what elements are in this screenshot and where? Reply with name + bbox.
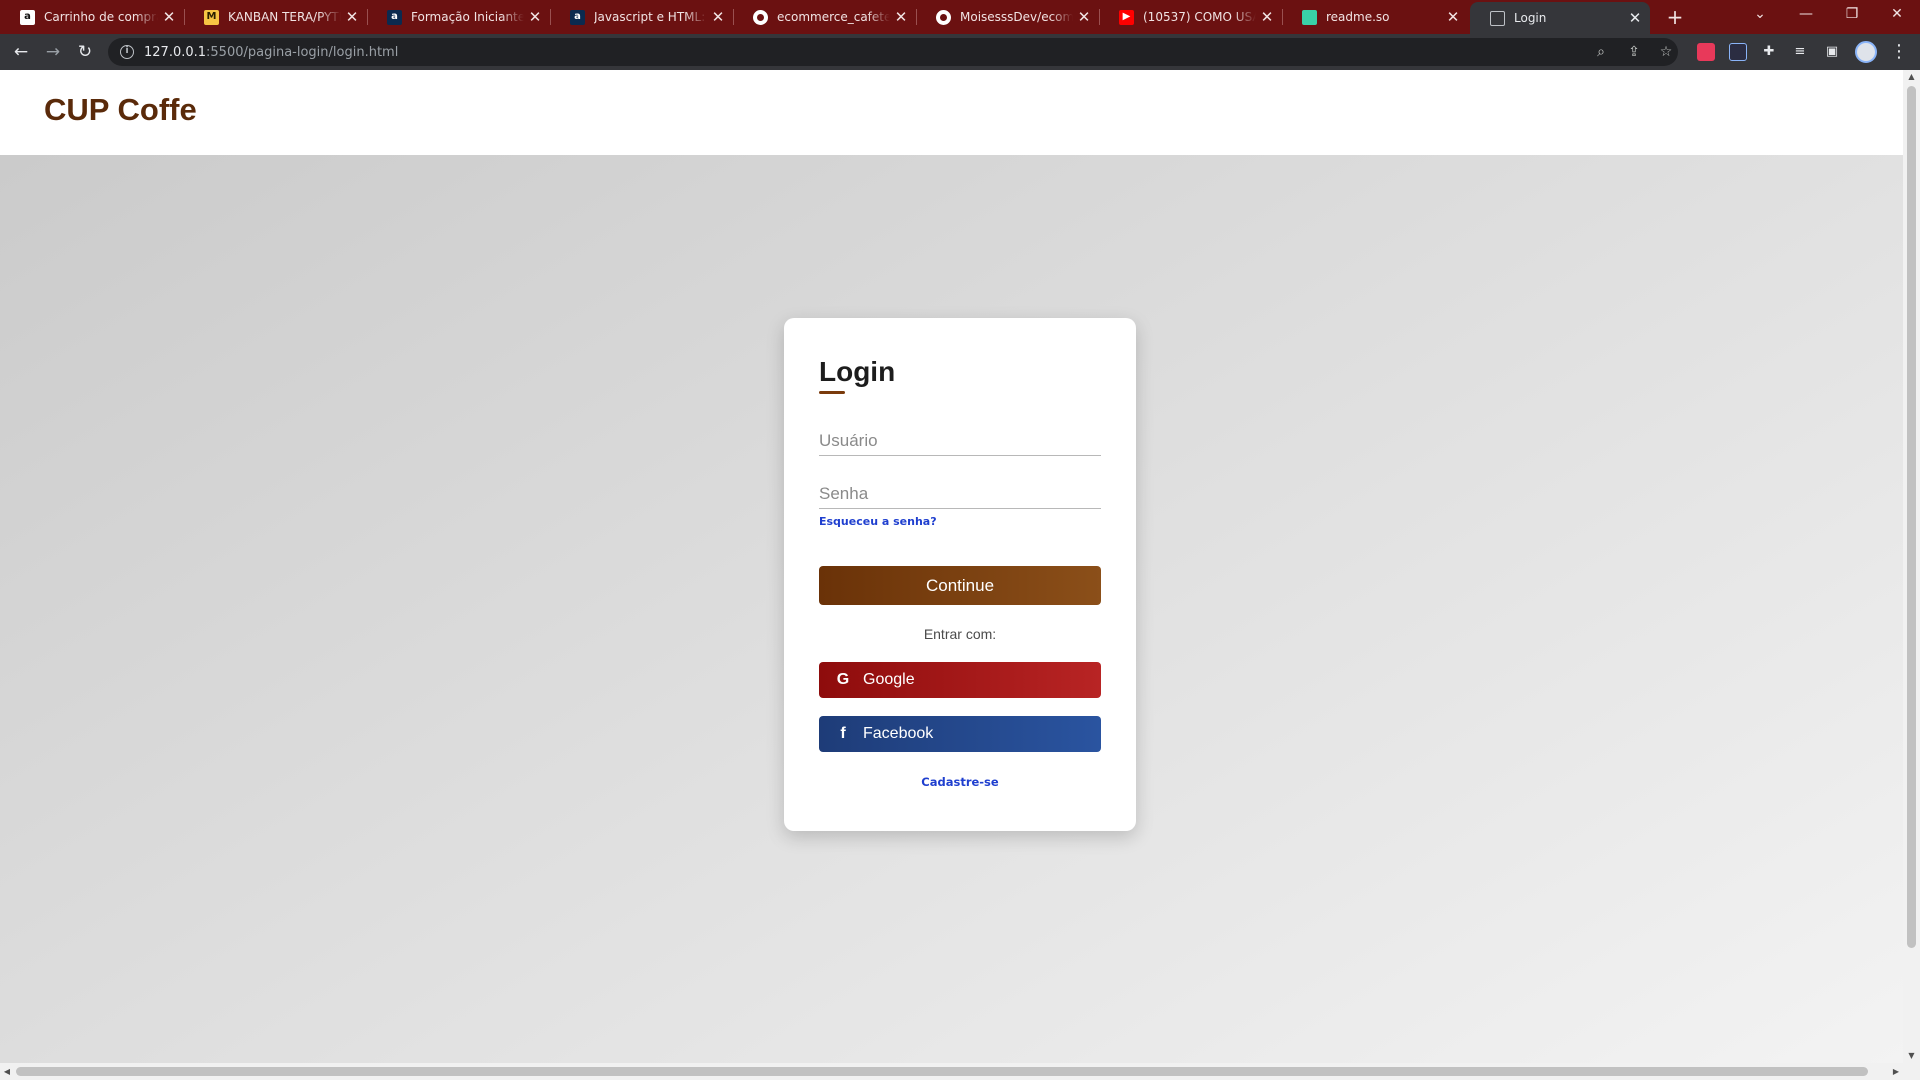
username-field — [819, 420, 1101, 456]
login-card: Login Esqueceu a senha? Continue Entrar … — [784, 318, 1136, 831]
close-icon[interactable]: ✕ — [524, 8, 546, 26]
media-control-icon[interactable]: ≡ — [1791, 43, 1809, 61]
password-input[interactable] — [819, 473, 1101, 508]
url-path: :5500/pagina-login/login.html — [206, 44, 399, 60]
minimize-button[interactable]: — — [1783, 0, 1829, 30]
title-underline — [819, 391, 845, 394]
github-icon — [936, 9, 951, 25]
close-icon[interactable]: ✕ — [158, 8, 180, 26]
horizontal-scrollbar[interactable]: ◀ ▶ — [0, 1063, 1920, 1080]
google-button-label: Google — [863, 671, 915, 688]
close-icon[interactable]: ✕ — [707, 8, 729, 26]
close-icon[interactable]: ✕ — [1256, 8, 1278, 26]
kebab-menu-icon[interactable]: ⋮ — [1890, 39, 1908, 65]
youtube-icon: ▶ — [1119, 9, 1134, 25]
facebook-icon: f — [840, 725, 846, 742]
close-icon[interactable]: ✕ — [1442, 8, 1464, 26]
alura-icon: a — [387, 9, 402, 25]
side-panel-icon[interactable]: ▣ — [1823, 43, 1841, 61]
browser-tab-active[interactable]: Login ✕ — [1470, 2, 1650, 34]
username-input[interactable] — [819, 420, 1101, 455]
avatar[interactable] — [1855, 41, 1877, 63]
facebook-login-button[interactable]: f Facebook — [819, 716, 1101, 752]
close-icon[interactable]: ✕ — [1073, 8, 1095, 26]
browser-tab[interactable]: a Carrinho de compras de ✕ — [0, 0, 184, 34]
window-close-button[interactable]: ✕ — [1874, 0, 1920, 30]
tab-title: Javascript e HTML: des — [594, 10, 707, 24]
scrollbar-thumb[interactable] — [16, 1067, 1868, 1076]
browser-tab[interactable]: ▶ (10537) COMO USAR O ✕ — [1099, 0, 1282, 34]
scroll-left-arrow-icon[interactable]: ◀ — [0, 1063, 14, 1080]
tab-title: ecommerce_cafeteria/ — [777, 10, 890, 24]
globe-icon — [1490, 10, 1505, 26]
signup-link[interactable]: Cadastre-se — [784, 775, 1136, 789]
login-title: Login — [819, 356, 896, 387]
github-icon — [753, 9, 768, 25]
tab-title: (10537) COMO USAR O — [1143, 10, 1256, 24]
forgot-password-link[interactable]: Esqueceu a senha? — [819, 515, 937, 528]
site-header: CUP Coffe — [0, 70, 1903, 155]
puzzle-extensions-icon[interactable]: ✚ — [1760, 43, 1778, 61]
close-icon[interactable]: ✕ — [890, 8, 912, 26]
tab-title: Formação Iniciante em — [411, 10, 524, 24]
browser-tab[interactable]: MoisesssDev/ecomme ✕ — [916, 0, 1099, 34]
browser-tab[interactable]: a Javascript e HTML: des ✕ — [550, 0, 733, 34]
back-button[interactable]: ← — [8, 39, 34, 65]
reload-button[interactable]: ↻ — [72, 39, 98, 65]
tab-title: KANBAN TERA/PYTHON — [228, 10, 341, 24]
kanban-icon: M — [204, 9, 219, 25]
url-text[interactable]: 127.0.0.1:5500/pagina-login/login.html — [144, 45, 398, 60]
readme-icon — [1302, 9, 1317, 25]
share-icon[interactable]: ⇪ — [1626, 44, 1642, 60]
scrollbar-thumb[interactable] — [1907, 86, 1916, 948]
extension-icon[interactable] — [1697, 43, 1715, 61]
scroll-down-arrow-icon[interactable]: ▼ — [1903, 1049, 1920, 1063]
browser-tab[interactable]: ecommerce_cafeteria/ ✕ — [733, 0, 916, 34]
new-tab-button[interactable]: + — [1662, 4, 1688, 30]
tab-title: MoisesssDev/ecomme — [960, 10, 1073, 24]
browser-tab[interactable]: a Formação Iniciante em ✕ — [367, 0, 550, 34]
tab-title: Login — [1514, 11, 1547, 25]
forward-button[interactable]: → — [40, 39, 66, 65]
zoom-icon[interactable]: ⌕ — [1593, 44, 1609, 60]
close-icon[interactable]: ✕ — [1624, 9, 1646, 27]
browser-tab[interactable]: readme.so ✕ — [1282, 0, 1468, 34]
google-login-button[interactable]: G Google — [819, 662, 1101, 698]
password-field — [819, 473, 1101, 509]
site-logo[interactable]: CUP Coffe — [44, 92, 197, 128]
tab-title: readme.so — [1326, 10, 1390, 24]
page-viewport: CUP Coffe Login Esqueceu a senha? Contin… — [0, 70, 1903, 1063]
tab-search-icon[interactable]: ⌄ — [1737, 0, 1783, 30]
continue-button[interactable]: Continue — [819, 566, 1101, 605]
url-host: 127.0.0.1 — [144, 44, 207, 60]
browser-tabstrip: a Carrinho de compras de ✕ M KANBAN TERA… — [0, 0, 1920, 34]
scroll-up-arrow-icon[interactable]: ▲ — [1903, 70, 1920, 84]
browser-toolbar: ← → ↻ i 127.0.0.1:5500/pagina-login/logi… — [0, 34, 1920, 70]
close-icon[interactable]: ✕ — [341, 8, 363, 26]
enter-with-label: Entrar com: — [923, 626, 997, 642]
site-info-icon[interactable]: i — [120, 45, 134, 59]
google-icon: G — [836, 671, 850, 688]
tab-title: Carrinho de compras de — [44, 10, 158, 24]
scroll-right-arrow-icon[interactable]: ▶ — [1889, 1063, 1903, 1080]
amazon-icon: a — [20, 9, 35, 25]
alura-icon: a — [570, 9, 585, 25]
bookmark-star-icon[interactable]: ☆ — [1658, 44, 1674, 60]
facebook-button-label: Facebook — [863, 725, 934, 742]
restore-button[interactable]: ❐ — [1829, 0, 1875, 30]
vertical-scrollbar[interactable]: ▲ ▼ — [1903, 70, 1920, 1063]
address-bar[interactable]: i 127.0.0.1:5500/pagina-login/login.html… — [108, 38, 1678, 66]
extension-icon[interactable] — [1729, 43, 1747, 61]
browser-tab[interactable]: M KANBAN TERA/PYTHON ✕ — [184, 0, 367, 34]
